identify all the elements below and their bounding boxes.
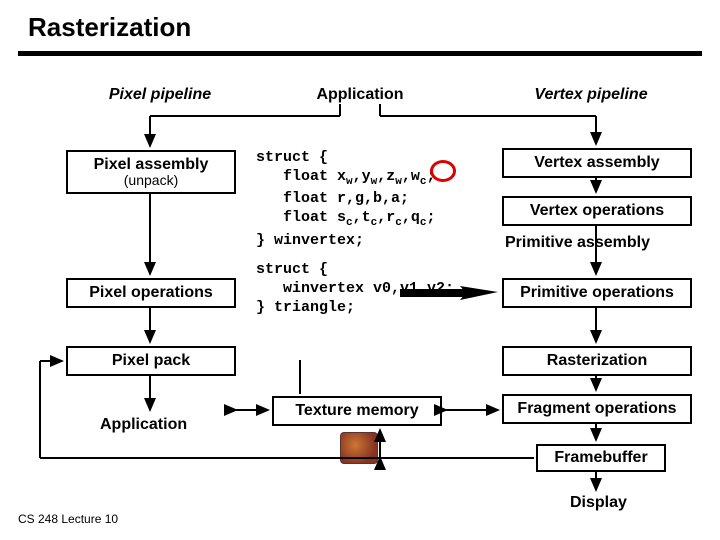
pixel-pack-label: Pixel pack	[112, 352, 190, 370]
application-output-label: Application	[100, 416, 187, 434]
wc-highlight-circle	[430, 160, 456, 182]
triangle-struct-code: struct { winvertex v0,v1,v2; } triangle;	[256, 260, 454, 318]
vertex-assembly-box: Vertex assembly	[502, 148, 692, 178]
vertex-assembly-label: Vertex assembly	[534, 154, 659, 172]
vertex-pipeline-header: Vertex pipeline	[496, 86, 686, 104]
rasterization-box: Rasterization	[502, 346, 692, 376]
pixel-assembly-sub: (unpack)	[94, 173, 209, 188]
texture-memory-label: Texture memory	[295, 402, 418, 420]
pixel-operations-box: Pixel operations	[66, 278, 236, 308]
diagram-stage: Pixel pipeline Application Vertex pipeli…	[0, 0, 720, 540]
primitive-assembly-label: Primitive assembly	[505, 234, 650, 252]
fragment-operations-box: Fragment operations	[502, 394, 692, 424]
vertex-operations-label: Vertex operations	[530, 202, 664, 220]
framebuffer-label: Framebuffer	[554, 449, 647, 467]
application-header: Application	[280, 86, 440, 104]
display-label: Display	[570, 494, 627, 512]
texture-image-icon	[340, 432, 378, 464]
slide-footer: CS 248 Lecture 10	[18, 512, 118, 526]
pixel-pipeline-header: Pixel pipeline	[80, 86, 240, 104]
pixel-operations-label: Pixel operations	[89, 284, 213, 302]
pixel-assembly-box: Pixel assembly(unpack)	[66, 150, 236, 194]
fragment-operations-label: Fragment operations	[517, 400, 676, 418]
primitive-operations-label: Primitive operations	[520, 284, 674, 302]
pixel-pack-box: Pixel pack	[66, 346, 236, 376]
texture-memory-box: Texture memory	[272, 396, 442, 426]
framebuffer-box: Framebuffer	[536, 444, 666, 472]
primitive-operations-box: Primitive operations	[502, 278, 692, 308]
vertex-operations-box: Vertex operations	[502, 196, 692, 226]
rasterization-label: Rasterization	[547, 352, 647, 370]
pixel-assembly-label: Pixel assembly	[94, 156, 209, 173]
winvertex-struct-code: struct { float xw,yw,zw,wc; float r,g,b,…	[256, 148, 436, 250]
